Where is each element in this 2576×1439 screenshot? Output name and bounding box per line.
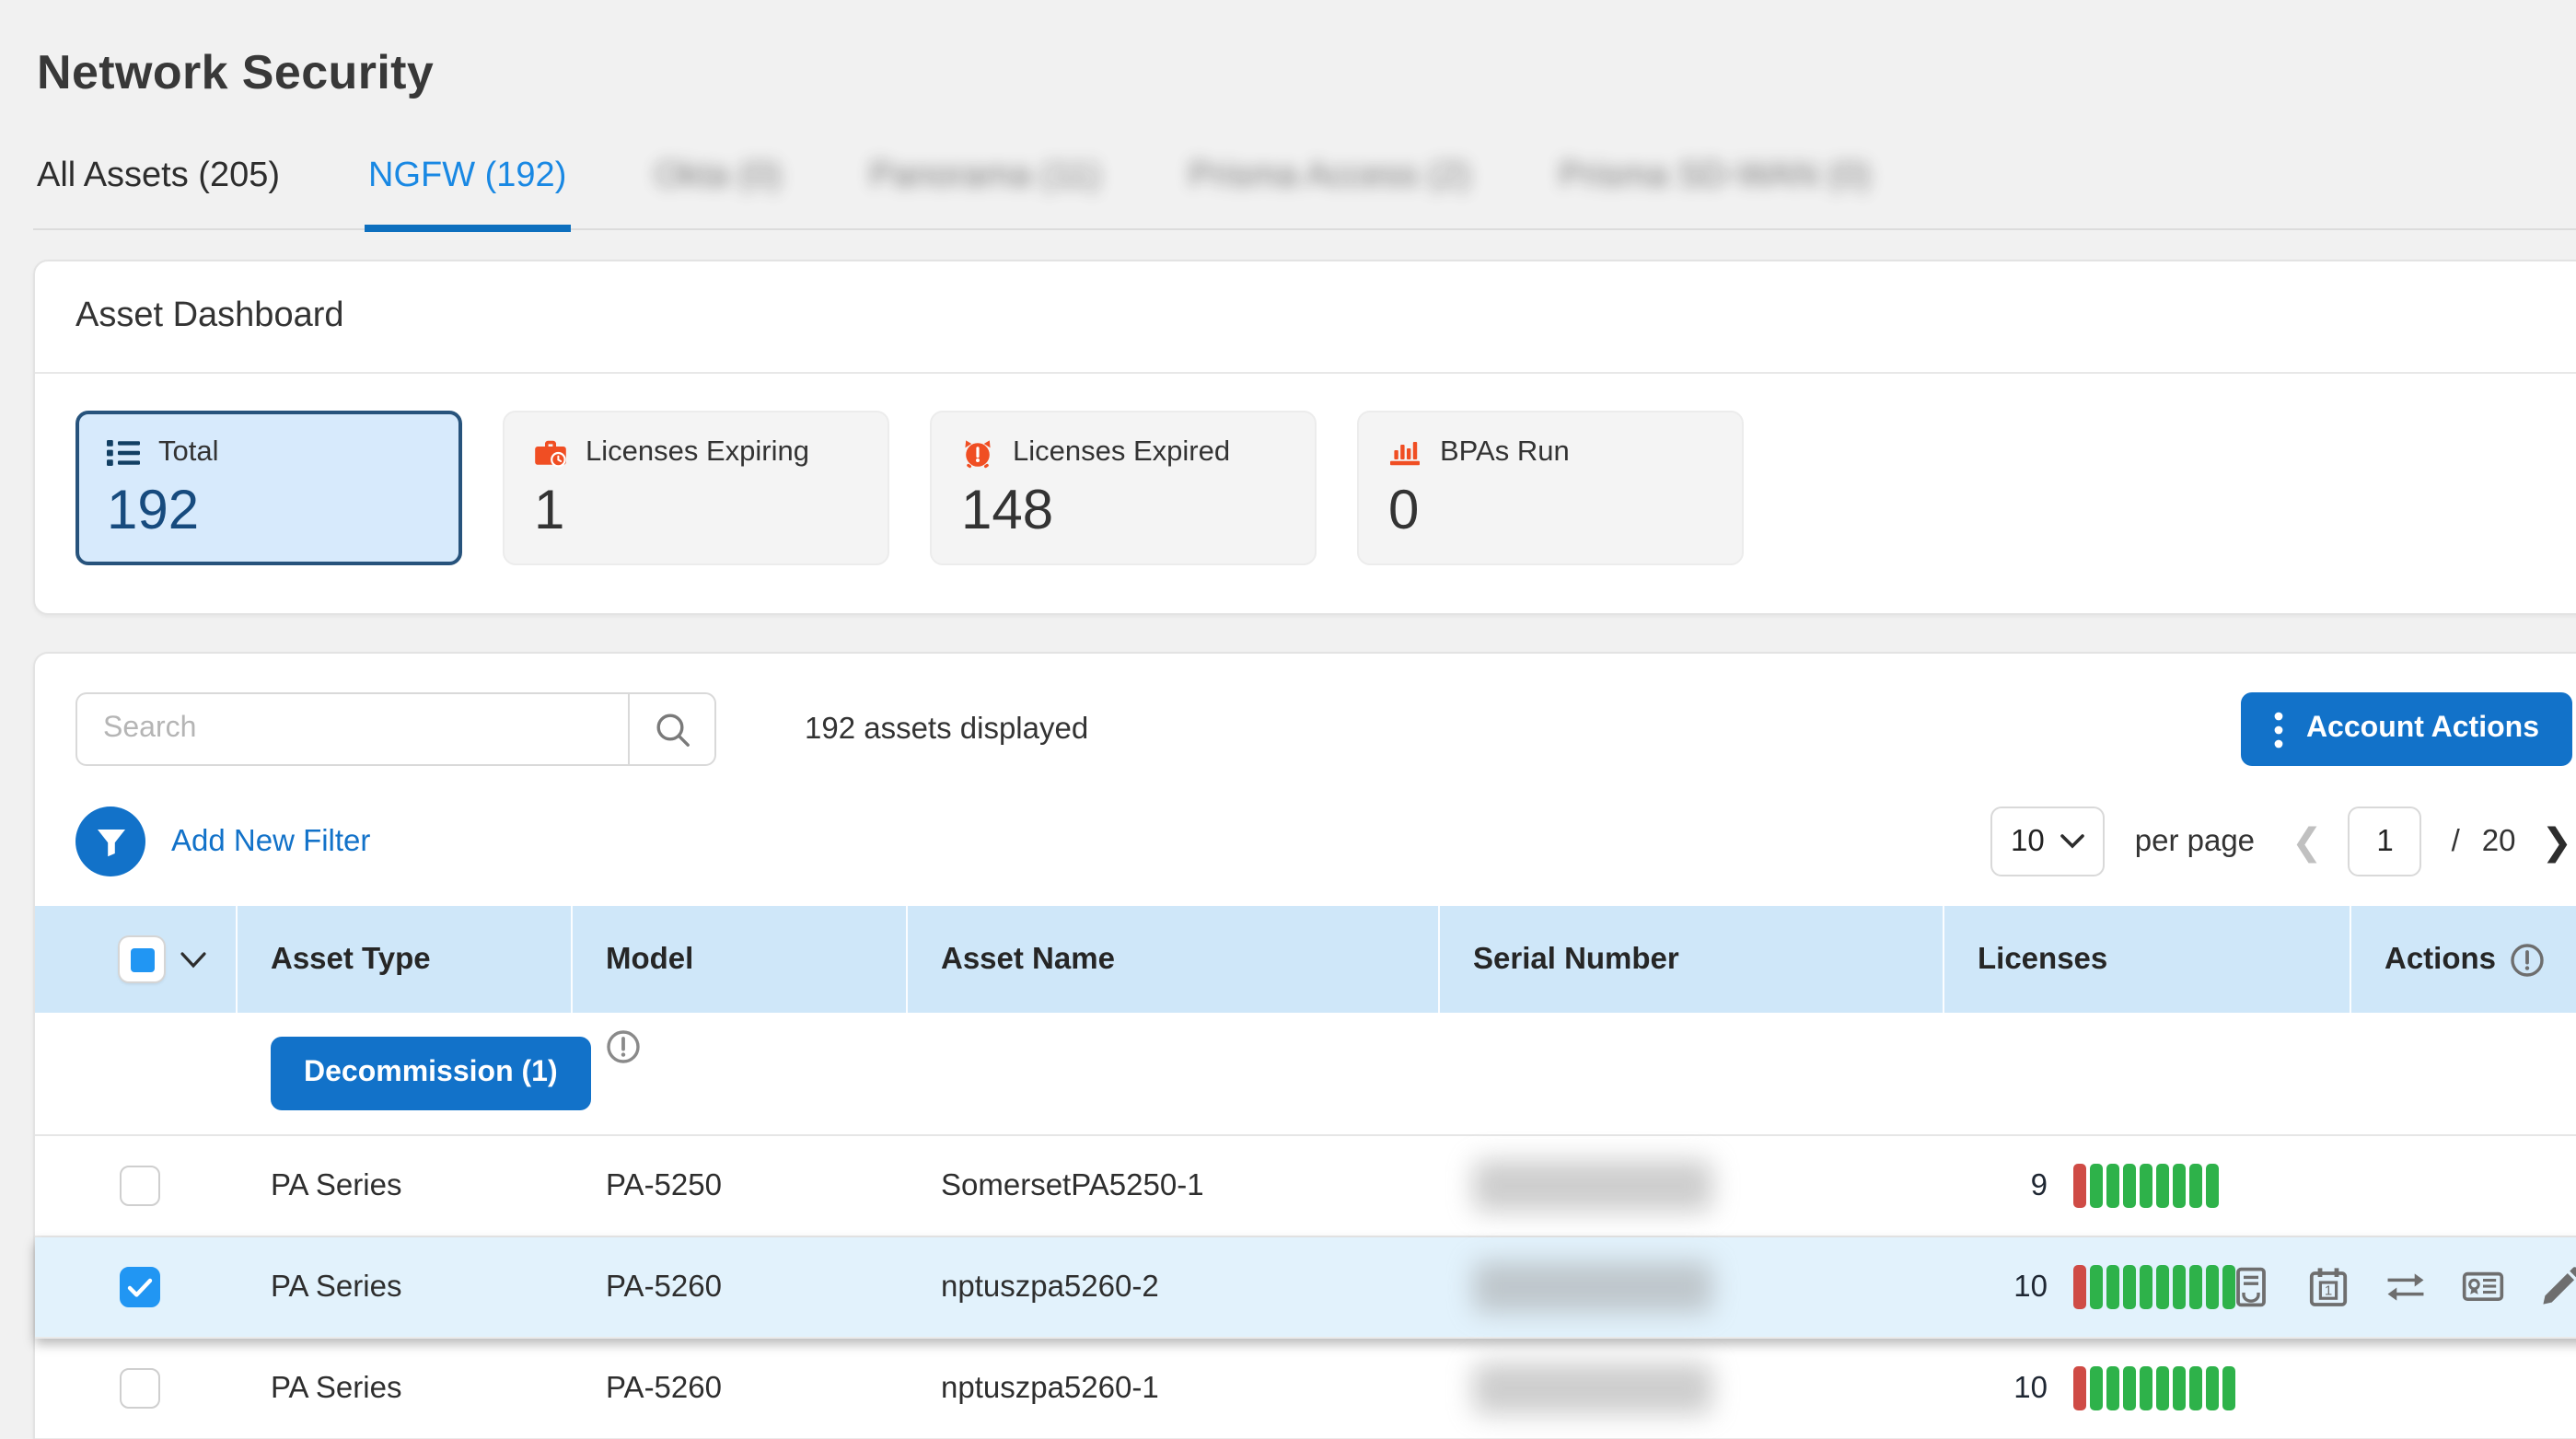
- cell-asset-name: SomersetPA5250-1: [908, 1168, 1440, 1203]
- page-title: Network Security: [37, 44, 2576, 101]
- stat-card-bpas-run[interactable]: BPAs Run 0: [1357, 411, 1744, 565]
- stat-card-label: Licenses Expiring: [586, 436, 809, 470]
- column-header-licenses[interactable]: Licenses: [1944, 906, 2351, 1013]
- alarm-icon: [961, 436, 994, 470]
- stat-card-label: BPAs Run: [1440, 436, 1570, 470]
- table-row[interactable]: PA Series PA-5260 nptuszpa5260-2 10 1: [35, 1237, 2576, 1339]
- column-header-asset-type[interactable]: Asset Type: [238, 906, 573, 1013]
- decommission-button[interactable]: Decommission (1): [271, 1037, 591, 1110]
- check-icon: [127, 1277, 153, 1297]
- serial-number-redacted: [1473, 1160, 1712, 1212]
- column-header-serial-number[interactable]: Serial Number: [1440, 906, 1944, 1013]
- column-header-model[interactable]: Model: [573, 906, 908, 1013]
- tab-bar: All Assets (205) NGFW (192) Okta (0) Pan…: [33, 157, 2576, 230]
- per-page-label: per page: [2135, 824, 2255, 859]
- table-row[interactable]: PA Series PA-5260 nptuszpa5260-1 10: [35, 1339, 2576, 1439]
- serial-number-redacted: [1473, 1363, 1712, 1414]
- chevron-down-icon[interactable]: [180, 951, 206, 968]
- tab-panorama[interactable]: Panorama (11): [870, 157, 1101, 228]
- page-separator: /: [2452, 824, 2460, 859]
- stat-card-value: 148: [961, 481, 1285, 543]
- asset-dashboard-title: Asset Dashboard: [35, 261, 2576, 374]
- stat-card-value: 0: [1388, 481, 1712, 543]
- per-page-value: 10: [2011, 824, 2045, 859]
- account-actions-button[interactable]: Account Actions: [2242, 692, 2572, 766]
- stat-card-label: Licenses Expired: [1013, 436, 1230, 470]
- asset-dashboard-panel: Asset Dashboard Total 192: [33, 260, 2576, 615]
- license-bars: [2073, 1164, 2219, 1208]
- license-count: 9: [1944, 1168, 2048, 1203]
- serial-number-redacted: [1473, 1261, 1712, 1313]
- row-checkbox[interactable]: [120, 1267, 160, 1307]
- assets-table-panel: 192 assets displayed Account Actions Add…: [33, 652, 2576, 1439]
- page-number-input[interactable]: [2349, 807, 2422, 876]
- total-pages: 20: [2482, 824, 2516, 859]
- tab-okta[interactable]: Okta (0): [655, 157, 781, 228]
- tab-ngfw[interactable]: NGFW (192): [368, 157, 566, 228]
- stat-card-licenses-expiring[interactable]: Licenses Expiring 1: [503, 411, 889, 565]
- add-new-filter-link[interactable]: Add New Filter: [171, 824, 370, 859]
- cell-model: PA-5260: [573, 1270, 908, 1305]
- cell-asset-type: PA Series: [238, 1168, 573, 1203]
- warning-info-icon[interactable]: [606, 1029, 641, 1064]
- row-checkbox[interactable]: [120, 1368, 160, 1409]
- search-icon: [653, 710, 691, 749]
- cell-asset-name: nptuszpa5260-2: [908, 1270, 1440, 1305]
- license-count: 10: [1944, 1270, 2048, 1305]
- info-icon[interactable]: [2509, 942, 2544, 977]
- svg-text:1: 1: [2325, 1283, 2332, 1299]
- cell-model: PA-5260: [573, 1371, 908, 1406]
- tab-prisma-sdwan[interactable]: Prisma SD-WAN (0): [1559, 157, 1871, 228]
- filter-row: Add New Filter 10 per page ❮ / 20 ❯: [35, 784, 2576, 906]
- transfer-icon[interactable]: [2385, 1266, 2427, 1308]
- table-row[interactable]: PA Series PA-5250 SomersetPA5250-1 9: [35, 1136, 2576, 1237]
- select-all-checkbox[interactable]: [120, 937, 164, 981]
- column-header-actions: Actions: [2351, 906, 2576, 1013]
- edit-icon[interactable]: [2539, 1266, 2576, 1308]
- license-count: 10: [1944, 1371, 2048, 1406]
- table-header-row: Asset Type Model Asset Name Serial Numbe…: [35, 906, 2576, 1013]
- cell-asset-type: PA Series: [238, 1371, 573, 1406]
- bulk-action-row: Decommission (1): [35, 1013, 2576, 1136]
- license-icon[interactable]: [2462, 1266, 2504, 1308]
- stat-card-licenses-expired[interactable]: Licenses Expired 148: [930, 411, 1317, 565]
- search-button[interactable]: [628, 692, 716, 766]
- column-header-asset-name[interactable]: Asset Name: [908, 906, 1440, 1013]
- stat-cards: Total 192 Licenses Expiring 1: [35, 374, 2576, 613]
- list-icon: [107, 436, 140, 470]
- filter-button[interactable]: [75, 807, 145, 876]
- assets-displayed-text: 192 assets displayed: [805, 712, 1088, 747]
- funnel-icon: [95, 826, 126, 857]
- search-input[interactable]: [75, 692, 628, 766]
- license-bars: [2073, 1366, 2235, 1410]
- per-page-select[interactable]: 10: [1990, 807, 2106, 876]
- cell-asset-type: PA Series: [238, 1270, 573, 1305]
- chevron-down-icon: [2061, 834, 2085, 849]
- search-group: [75, 692, 716, 766]
- stat-card-value: 1: [534, 481, 858, 543]
- cell-asset-name: nptuszpa5260-1: [908, 1371, 1440, 1406]
- tab-prisma-access[interactable]: Prisma Access (2): [1189, 157, 1470, 228]
- stat-card-total[interactable]: Total 192: [75, 411, 462, 565]
- pagination: 10 per page ❮ / 20 ❯: [1990, 807, 2572, 876]
- tab-all-assets[interactable]: All Assets (205): [37, 157, 280, 228]
- row-checkbox[interactable]: [120, 1166, 160, 1206]
- row-actions: 1: [2230, 1266, 2576, 1308]
- stat-card-label: Total: [158, 436, 219, 470]
- stat-card-value: 192: [107, 481, 431, 543]
- table-toolbar: 192 assets displayed Account Actions: [35, 654, 2576, 784]
- account-actions-label: Account Actions: [2306, 713, 2539, 746]
- cell-model: PA-5250: [573, 1168, 908, 1203]
- device-report-icon[interactable]: [2230, 1266, 2272, 1308]
- previous-page-button[interactable]: ❮: [2292, 818, 2323, 865]
- kebab-icon: [2275, 710, 2284, 749]
- license-bars: [2073, 1265, 2235, 1309]
- calendar-renew-icon[interactable]: 1: [2307, 1266, 2350, 1308]
- toolbox-clock-icon: [534, 436, 567, 470]
- next-page-button[interactable]: ❯: [2541, 818, 2572, 865]
- bar-chart-icon: [1388, 436, 1421, 470]
